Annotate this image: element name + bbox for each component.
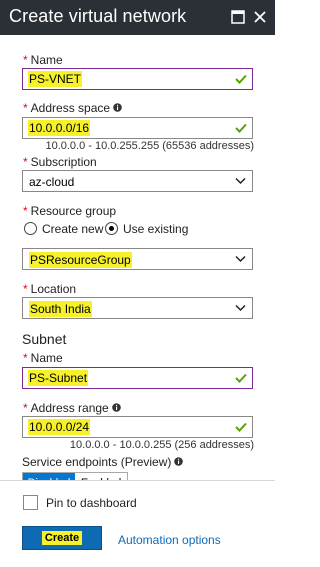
checkmark-icon	[235, 74, 247, 84]
subscription-select[interactable]: az-cloud	[22, 170, 253, 192]
address-range-input[interactable]: 10.0.0.0/24	[22, 416, 253, 438]
subnet-name-input[interactable]: PS-Subnet	[22, 367, 253, 389]
radio-circle	[105, 222, 118, 235]
maximize-icon[interactable]	[230, 9, 246, 25]
radio-selected-dot	[109, 226, 114, 231]
name-label: * Name	[23, 53, 63, 67]
subnet-name-value: PS-Subnet	[28, 370, 89, 386]
resource-group-label: * Resource group	[23, 204, 117, 218]
subscription-label: * Subscription	[23, 155, 97, 169]
location-label: * Location	[23, 282, 77, 296]
address-space-label: * Address space	[23, 101, 122, 115]
address-range-hint: 10.0.0.0 - 10.0.0.255 (256 addresses)	[69, 439, 254, 451]
subnet-name-label: * Name	[23, 351, 63, 365]
automation-options-link[interactable]: Automation options	[118, 533, 221, 547]
required-marker: *	[23, 155, 28, 169]
required-marker: *	[23, 401, 28, 415]
checkmark-icon	[235, 373, 247, 383]
blade-header: Create virtual network	[0, 0, 275, 35]
address-range-value: 10.0.0.0/24	[28, 419, 91, 435]
info-icon[interactable]	[111, 403, 121, 412]
address-space-value: 10.0.0.0/16	[28, 120, 91, 136]
subscription-value: az-cloud	[29, 175, 75, 189]
name-input[interactable]: PS-VNET	[22, 68, 253, 90]
name-value: PS-VNET	[28, 71, 83, 87]
chevron-down-icon	[235, 177, 246, 185]
checkmark-icon	[235, 422, 247, 432]
radio-circle	[24, 222, 37, 235]
pin-to-dashboard-checkbox[interactable]	[23, 495, 38, 510]
blade-footer: Pin to dashboard Create Automation optio…	[0, 480, 275, 567]
required-marker: *	[23, 204, 28, 218]
required-marker: *	[23, 351, 28, 365]
close-icon[interactable]	[252, 9, 268, 25]
required-marker: *	[23, 53, 28, 67]
address-space-input[interactable]: 10.0.0.0/16	[22, 117, 253, 139]
checkmark-icon	[235, 123, 247, 133]
required-marker: *	[23, 101, 28, 115]
info-icon[interactable]	[113, 103, 122, 112]
radio-create-new-label: Create new	[42, 222, 104, 236]
radio-use-existing-label: Use existing	[123, 222, 189, 236]
required-marker: *	[23, 282, 28, 296]
resource-group-select[interactable]: PSResourceGroup	[22, 248, 253, 270]
info-icon[interactable]	[174, 457, 184, 466]
chevron-down-icon	[235, 255, 246, 263]
chevron-down-icon	[235, 304, 246, 312]
subnet-section-title: Subnet	[22, 331, 67, 347]
create-button-label: Create	[41, 531, 83, 545]
service-endpoints-label: Service endpoints (Preview)	[22, 455, 184, 469]
location-value: South India	[29, 301, 92, 317]
address-range-label: * Address range	[23, 401, 121, 415]
create-button[interactable]: Create	[22, 526, 102, 550]
blade-title: Create virtual network	[9, 6, 187, 26]
address-space-hint: 10.0.0.0 - 10.0.255.255 (65536 addresses…	[45, 140, 254, 152]
pin-to-dashboard-label: Pin to dashboard	[46, 496, 137, 510]
resource-group-value: PSResourceGroup	[29, 252, 132, 268]
location-select[interactable]: South India	[22, 297, 253, 319]
